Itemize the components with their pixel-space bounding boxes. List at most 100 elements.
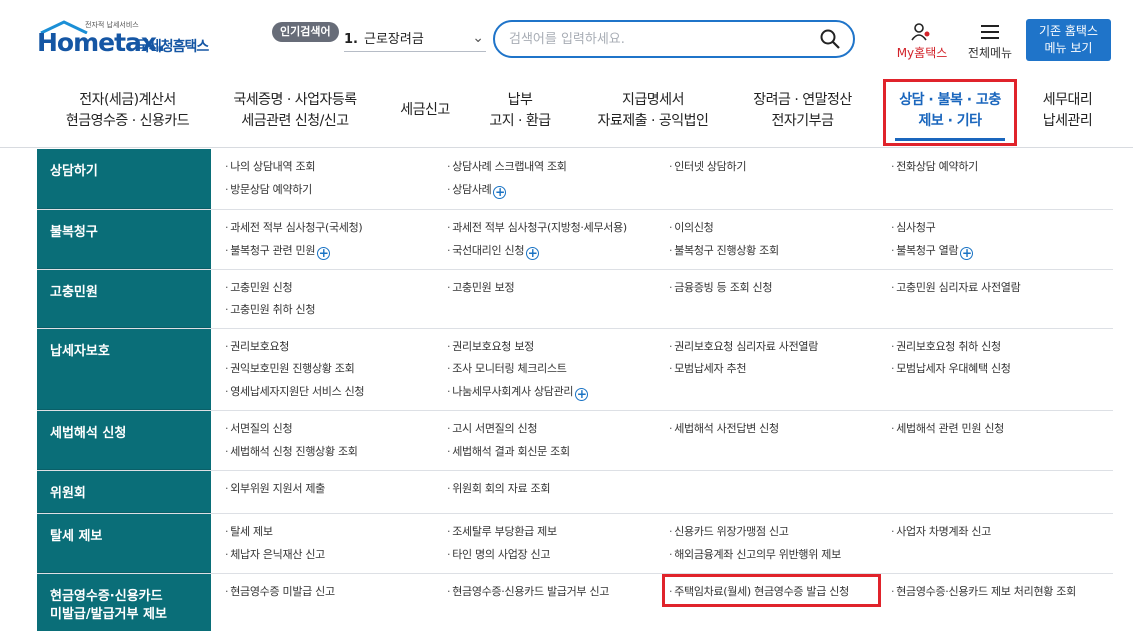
submenu-link[interactable]: · 사업자 차명계좌 신고 [891, 523, 1103, 543]
search-input[interactable] [509, 30, 809, 48]
submenu-link[interactable]: · 금융증빙 등 조회 신청 [669, 279, 891, 298]
submenu-link[interactable]: · 현금영수증·신용카드 발급거부 신고 [447, 583, 669, 625]
gnb-line1: 국세증명 · 사업자등록 [233, 92, 357, 108]
submenu-link[interactable]: · 신용카드 위장가맹점 신고 [669, 523, 891, 543]
plus-icon[interactable]: + [526, 246, 540, 260]
all-menu-button[interactable]: 전체메뉴 [960, 22, 1020, 61]
search-box [493, 20, 855, 58]
gnb-statements[interactable]: 지급명세서 자료제출 · 공익법인 [588, 90, 718, 132]
submenu-link[interactable]: · 현금영수증·신용카드 제보 처리현황 조회 [891, 583, 1103, 625]
old-home-line1: 기존 홈택스 [1038, 24, 1098, 38]
submenu-link[interactable]: · 권리보호요청 심리자료 사전열람 [669, 338, 891, 357]
link-label: 불복청구 진행상황 조회 [674, 243, 779, 257]
submenu-link[interactable]: · 과세전 적부 심사청구(국세청) [225, 219, 447, 239]
popular-search-tag: 인기검색어 [272, 22, 339, 42]
submenu-link[interactable]: · 고시 서면질의 신청 [447, 420, 669, 440]
link-label: 체납자 은닉재산 신고 [230, 547, 325, 561]
submenu-link[interactable]: · 나의 상담내역 조회 [225, 158, 447, 178]
gnb-line2: 납세관리 [1042, 113, 1093, 129]
link-label: 타인 명의 사업장 신고 [452, 547, 551, 561]
submenu-link[interactable]: · 인터넷 상담하기 [669, 158, 891, 178]
submenu-link[interactable]: · 국선대리인 신청 + [447, 242, 669, 262]
popular-search-select[interactable]: 1. 근로장려금 ⌄ [344, 28, 486, 52]
submenu-link[interactable]: · 고충민원 취하 신청 [225, 301, 447, 320]
old-hometax-button[interactable]: 기존 홈택스 메뉴 보기 [1026, 19, 1111, 61]
submenu-row: 불복청구 · 과세전 적부 심사청구(국세청) · 과세전 적부 심사청구(지방청·… [37, 210, 1113, 270]
gnb-consult-appeal[interactable]: 상담 · 불복 · 고충 제보 · 기타 [887, 90, 1013, 141]
row-title: 납세자보호 [37, 329, 211, 410]
submenu-link[interactable]: · 이의신청 [669, 219, 891, 239]
hometax-logo[interactable]: 전자적 납세서비스 Hometax. 국세청홈택스 [37, 20, 222, 60]
submenu-link[interactable]: · 전화상담 예약하기 [891, 158, 1103, 178]
submenu-link[interactable]: · 세법해석 신청 진행상황 조회 [225, 443, 447, 463]
submenu-link[interactable]: · 조세탈루 부당환급 제보 [447, 523, 669, 543]
submenu-link[interactable]: · 세법해석 사전답변 신청 [669, 420, 891, 440]
link-label: 주택임차료(월세) 현금영수증 발급 신청 [674, 585, 849, 598]
submenu-link[interactable]: · 불복청구 진행상황 조회 [669, 242, 891, 262]
search-icon[interactable] [819, 28, 841, 50]
submenu-link[interactable]: · 현금영수증 미발급 신고 [225, 583, 447, 625]
plus-icon[interactable]: + [493, 186, 507, 199]
submenu-link[interactable]: · 위원회 회의 자료 조회 [447, 480, 669, 505]
submenu-link[interactable]: · 모범납세자 추천 [669, 360, 891, 379]
gnb-e-invoice[interactable]: 전자(세금)계산서 현금영수증 · 신용카드 [55, 90, 200, 132]
submenu-link[interactable]: · 불복청구 열람 + [891, 242, 1103, 262]
submenu-link[interactable]: · 세법해석 관련 민원 신청 [891, 420, 1103, 440]
submenu-link[interactable]: · 모범납세자 우대혜택 신청 [891, 360, 1103, 379]
submenu-link[interactable]: · 권리보호요청 보정 [447, 338, 669, 357]
submenu-link[interactable]: · 권리보호요청 취하 신청 [891, 338, 1103, 357]
gnb-payment[interactable]: 납부 고지 · 환급 [480, 90, 560, 132]
submenu-link[interactable]: · 나눔세무사회계사 상담관리 + [447, 383, 669, 402]
link-label: 고충민원 신청 [230, 281, 293, 294]
submenu-link[interactable]: · 상담사례 + [447, 181, 669, 201]
plus-icon[interactable]: + [960, 246, 974, 260]
gnb-tax-agent[interactable]: 세무대리 납세관리 [1030, 90, 1105, 132]
submenu-table: 상담하기 · 나의 상담내역 조회 · 상담사례 스크랩내역 조회 · 인터넷 상담하… [37, 149, 1113, 631]
submenu-row: 탈세 제보 · 탈세 제보 · 조세탈루 부당환급 제보 · 신용카드 위장가맹점 신… [37, 514, 1113, 574]
link-label: 나눔세무사회계사 상담관리 [452, 384, 574, 398]
submenu-row: 고충민원 · 고충민원 신청 · 고충민원 보정 · 금융증빙 등 조회 신청 · 고충… [37, 270, 1113, 329]
gnb-line1: 상담 · 불복 · 고충 [899, 92, 1001, 108]
gnb-incentive[interactable]: 장려금 · 연말정산 전자기부금 [740, 90, 865, 132]
submenu-link[interactable]: · 상담사례 스크랩내역 조회 [447, 158, 669, 178]
plus-icon[interactable]: + [575, 387, 589, 401]
link-label: 방문상담 예약하기 [230, 183, 312, 196]
link-label: 모범납세자 추천 [674, 362, 747, 376]
link-label: 서면질의 신청 [230, 422, 293, 435]
submenu-link[interactable]: · 서면질의 신청 [225, 420, 447, 440]
submenu-link[interactable]: · 권리보호요청 [225, 338, 447, 357]
gnb-certificate[interactable]: 국세증명 · 사업자등록 세금관련 신청/신고 [220, 90, 370, 132]
link-label: 고충민원 보정 [452, 281, 515, 294]
my-hometax-button[interactable]: My홈택스 [892, 22, 952, 61]
submenu-link[interactable]: · 과세전 적부 심사청구(지방청·세무서용) [447, 219, 669, 239]
link-label: 조사 모니터링 체크리스트 [452, 362, 567, 376]
submenu-link[interactable]: · 해외금융계좌 신고의무 위반행위 제보 [669, 546, 891, 566]
link-label: 영세납세자지원단 서비스 신청 [230, 384, 365, 398]
submenu-link[interactable]: · 방문상담 예약하기 [225, 181, 447, 201]
link-label: 불복청구 관련 민원 [230, 243, 316, 257]
submenu-link[interactable]: · 타인 명의 사업장 신고 [447, 546, 669, 566]
submenu-link[interactable]: · 외부위원 지원서 제출 [225, 480, 447, 505]
submenu-link[interactable]: · 탈세 제보 [225, 523, 447, 543]
plus-icon[interactable]: + [317, 246, 331, 260]
submenu-link[interactable]: · 주택임차료(월세) 현금영수증 발급 신청 [669, 583, 891, 625]
link-label: 탈세 제보 [230, 525, 273, 538]
all-menu-label: 전체메뉴 [967, 46, 1013, 60]
submenu-link[interactable]: · 세법해석 결과 회신문 조회 [447, 443, 669, 463]
submenu-link[interactable]: · 권익보호민원 진행상황 조회 [225, 360, 447, 379]
submenu-link[interactable]: · 체납자 은닉재산 신고 [225, 546, 447, 566]
link-label: 권리보호요청 보정 [452, 340, 534, 353]
submenu-link[interactable]: · 불복청구 관련 민원 + [225, 242, 447, 262]
submenu-link[interactable]: · 심사청구 [891, 219, 1103, 239]
row-title: 불복청구 [37, 210, 211, 269]
submenu-link[interactable]: · 고충민원 심리자료 사전열람 [891, 279, 1103, 298]
link-label: 과세전 적부 심사청구(지방청·세무서용) [452, 221, 627, 234]
submenu-link[interactable]: · 조사 모니터링 체크리스트 [447, 360, 669, 379]
popular-rank: 1. [344, 32, 358, 47]
submenu-row: 위원회 · 외부위원 지원서 제출 · 위원회 회의 자료 조회 [37, 471, 1113, 514]
submenu-link[interactable]: · 영세납세자지원단 서비스 신청 [225, 383, 447, 402]
link-label: 외부위원 지원서 제출 [230, 482, 325, 495]
submenu-link[interactable]: · 고충민원 보정 [447, 279, 669, 298]
submenu-link[interactable]: · 고충민원 신청 [225, 279, 447, 298]
gnb-tax-return[interactable]: 세금신고 [390, 100, 460, 121]
